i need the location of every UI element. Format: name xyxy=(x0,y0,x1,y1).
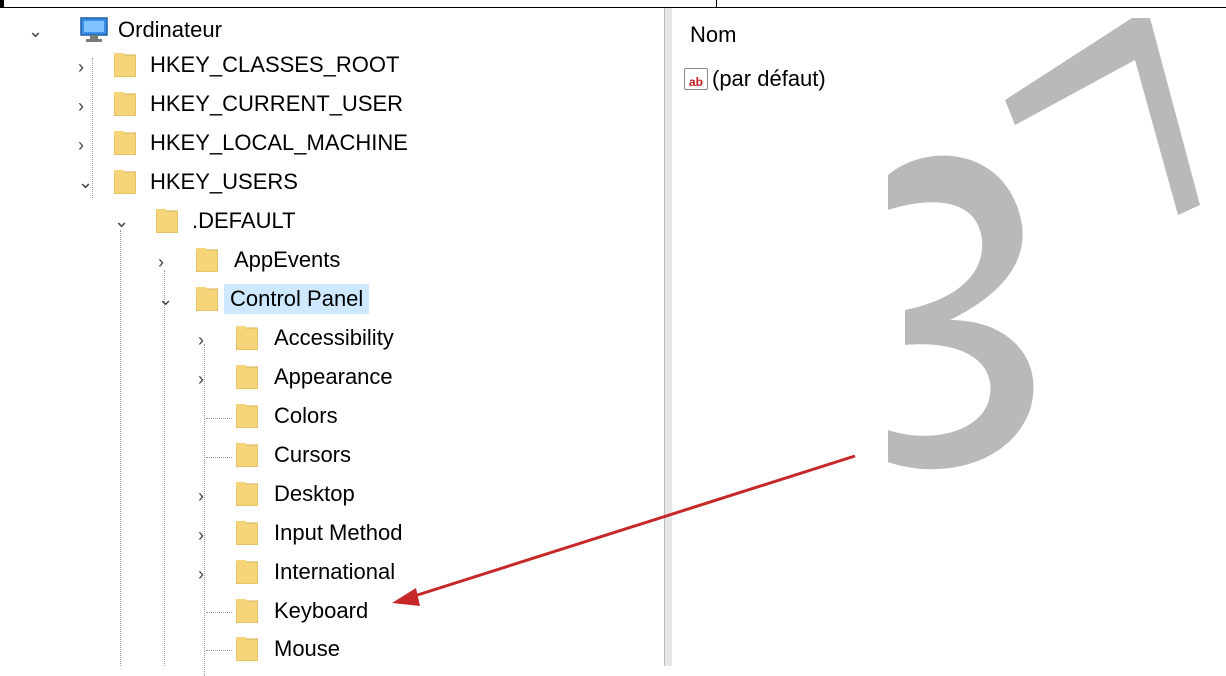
annotation-overlay xyxy=(392,18,1200,606)
red-arrow-line xyxy=(407,454,856,600)
watermark-digit-3 xyxy=(888,155,1034,470)
red-arrow-head xyxy=(392,588,420,606)
watermark-digit-7 xyxy=(1005,18,1200,215)
